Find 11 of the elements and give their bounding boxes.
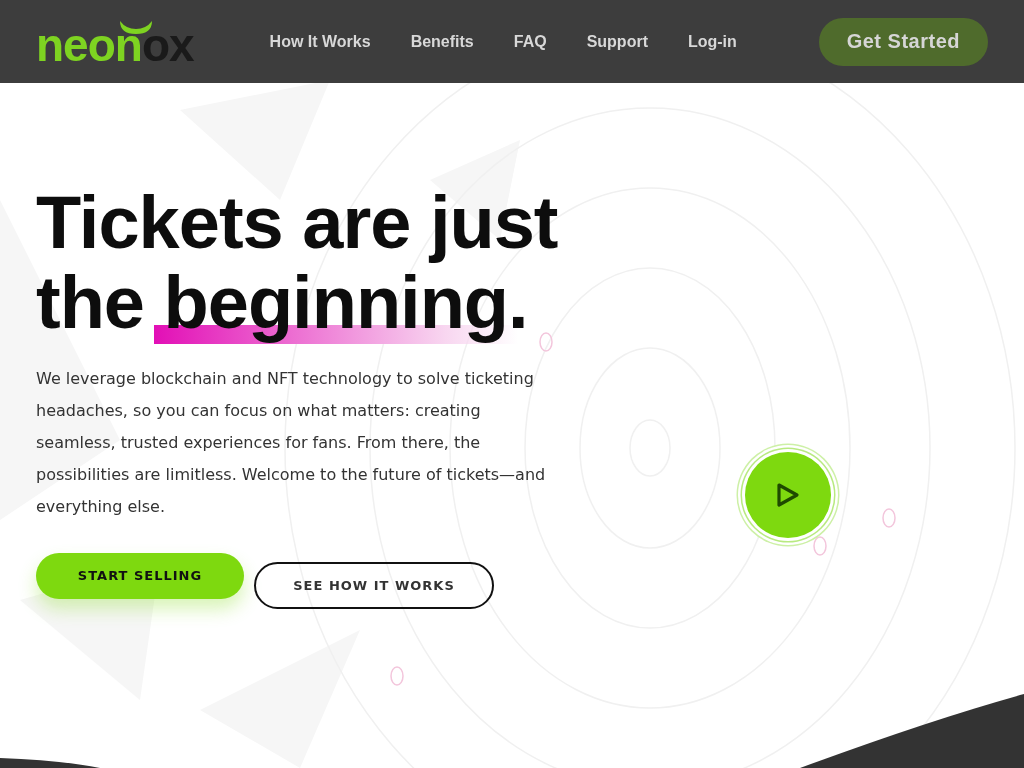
play-icon — [776, 482, 800, 508]
nav-link[interactable]: Log-in — [687, 32, 737, 51]
get-started-button[interactable]: Get Started — [818, 17, 988, 66]
hero-heading: Tickets are just the beginning. — [36, 183, 559, 343]
nav-link[interactable]: How It Works — [269, 32, 371, 51]
nav-link[interactable]: FAQ — [513, 32, 547, 51]
see-how-it-works-button[interactable]: SEE HOW IT WORKS — [254, 562, 494, 609]
hero-description: We leverage blockchain and NFT technology to solve ticketing headaches, so you can focus on what matters: creating seamless, trusted experiences for fans. From there, the possibilities are limitless. Welcome to the future of tickets—and everything else. — [36, 368, 547, 518]
nav-link[interactable]: Benefits — [410, 32, 474, 51]
nav-link[interactable]: Support — [586, 32, 648, 51]
start-selling-button[interactable]: START SELLING — [36, 553, 244, 599]
